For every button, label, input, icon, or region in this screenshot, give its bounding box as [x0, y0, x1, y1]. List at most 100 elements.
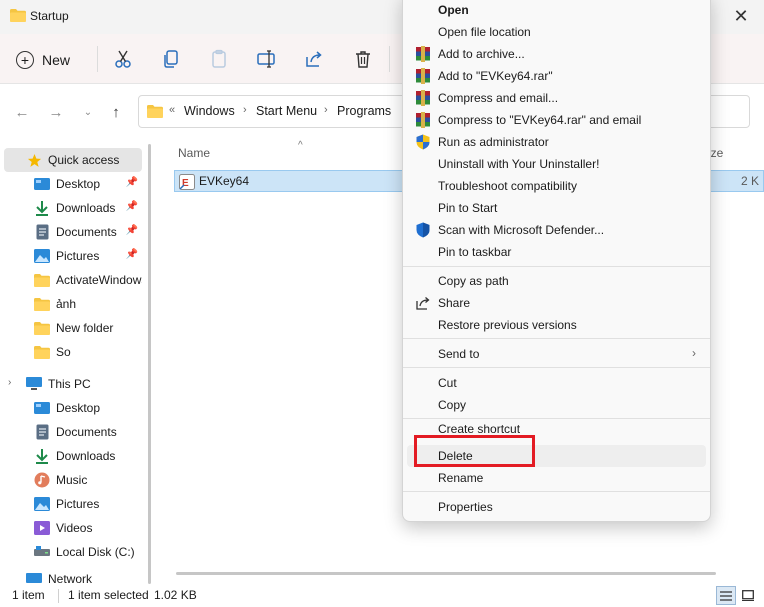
breadcrumb-overflow[interactable]: « [169, 104, 175, 116]
menu-label: Properties [438, 500, 493, 514]
winrar-icon [416, 90, 430, 106]
nav-label: New folder [56, 321, 114, 335]
menu-item-pin-to-taskbar[interactable]: Pin to taskbar [407, 241, 706, 263]
menu-item-send-to[interactable]: Send to › [407, 343, 706, 365]
chevron-right-icon[interactable]: › [8, 377, 11, 388]
navigation-pane: Quick access Desktop 📌 Downloads 📌 Docum… [0, 140, 160, 586]
nav-item-new-folder[interactable]: New folder [4, 316, 142, 340]
menu-item-properties[interactable]: Properties [407, 496, 706, 518]
delete-highlight-annotation [414, 435, 535, 467]
nav-label: Local Disk (C:) [56, 545, 135, 559]
menu-item-compress-and-email[interactable]: Compress and email... [407, 87, 706, 109]
videos-icon [34, 520, 50, 536]
nav-label: Network [48, 572, 93, 586]
column-header-name[interactable]: Name [178, 146, 210, 160]
recent-chevron-icon[interactable]: ⌄ [78, 103, 98, 123]
menu-item-rename[interactable]: Rename [407, 467, 706, 489]
folder-icon [34, 272, 50, 288]
menu-item-copy[interactable]: Copy [407, 394, 706, 416]
menu-item-copy-as-path[interactable]: Copy as path [407, 270, 706, 292]
close-button[interactable]: ✕ [728, 4, 754, 30]
breadcrumb-windows[interactable]: Windows [184, 104, 235, 118]
pin-icon[interactable]: 📌 [126, 225, 138, 236]
menu-label: Pin to taskbar [438, 245, 512, 259]
pin-icon[interactable]: 📌 [126, 177, 138, 188]
nav-scrollbar[interactable] [148, 144, 151, 584]
up-icon[interactable]: ↑ [106, 103, 126, 123]
status-bar: 1 item 1 item selected 1.02 KB [0, 586, 764, 607]
nav-item-activatewindows[interactable]: ActivateWindows [4, 268, 142, 292]
menu-item-uninstall[interactable]: Uninstall with Your Uninstaller! [407, 153, 706, 175]
nav-pc-documents[interactable]: Documents [4, 420, 142, 444]
menu-item-troubleshoot[interactable]: Troubleshoot compatibility [407, 175, 706, 197]
menu-item-open-file-location[interactable]: Open file location [407, 21, 706, 43]
nav-item-so[interactable]: So [4, 340, 142, 364]
sort-up-icon: ^ [298, 140, 303, 151]
new-button[interactable]: + New [16, 47, 70, 73]
paste-icon[interactable] [208, 48, 230, 70]
menu-item-share[interactable]: Share [407, 292, 706, 314]
menu-item-cut[interactable]: Cut [407, 372, 706, 394]
menu-item-compress-to-rar-and-email[interactable]: Compress to "EVKey64.rar" and email [407, 109, 706, 131]
nav-pc-desktop[interactable]: Desktop [4, 396, 142, 420]
menu-label: Add to "EVKey64.rar" [438, 69, 553, 83]
back-icon[interactable]: ← [12, 103, 32, 123]
menu-separator [403, 338, 710, 339]
nav-item-downloads[interactable]: Downloads 📌 [4, 196, 142, 220]
menu-item-add-to-rar[interactable]: Add to "EVKey64.rar" [407, 65, 706, 87]
nav-label: Desktop [56, 401, 101, 415]
menu-label: Open file location [438, 25, 531, 39]
forward-icon[interactable]: → [46, 103, 66, 123]
folder-icon [147, 105, 163, 118]
breadcrumb-start-menu[interactable]: Start Menu [256, 104, 317, 118]
breadcrumb-programs[interactable]: Programs [337, 104, 391, 118]
menu-item-scan-defender[interactable]: Scan with Microsoft Defender... [407, 219, 706, 241]
horizontal-scrollbar[interactable] [176, 572, 716, 575]
nav-network[interactable]: Network [4, 572, 142, 586]
menu-label: Create shortcut [438, 422, 521, 435]
new-label: New [42, 52, 71, 68]
menu-item-restore-previous[interactable]: Restore previous versions [407, 314, 706, 336]
menu-label: Run as administrator [438, 135, 549, 149]
nav-this-pc[interactable]: › This PC [4, 372, 142, 396]
cut-icon[interactable] [112, 48, 134, 70]
shortcut-icon: E [179, 174, 195, 190]
nav-item-documents[interactable]: Documents 📌 [4, 220, 142, 244]
status-selected: 1 item selected [68, 588, 149, 602]
nav-pc-music[interactable]: Music [4, 468, 142, 492]
menu-separator [403, 491, 710, 492]
nav-item-desktop[interactable]: Desktop 📌 [4, 172, 142, 196]
desktop-icon [34, 400, 50, 416]
pictures-icon [34, 496, 50, 512]
delete-icon[interactable] [352, 48, 374, 70]
menu-item-run-as-administrator[interactable]: Run as administrator [407, 131, 706, 153]
copy-icon[interactable] [160, 48, 182, 70]
share-icon[interactable] [303, 48, 325, 70]
documents-icon [34, 224, 50, 240]
chevron-right-icon: › [692, 346, 696, 360]
folder-icon [34, 296, 50, 312]
menu-label: Uninstall with Your Uninstaller! [438, 157, 600, 171]
uac-shield-icon [416, 134, 430, 150]
menu-item-create-shortcut[interactable]: Create shortcut [407, 421, 706, 435]
nav-item-anh[interactable]: ảnh [4, 292, 142, 316]
menu-label: Copy as path [438, 274, 509, 288]
pin-icon[interactable]: 📌 [126, 249, 138, 260]
downloads-icon [34, 200, 50, 216]
pin-icon[interactable]: 📌 [126, 201, 138, 212]
tiles-view-icon[interactable] [738, 586, 758, 605]
nav-pc-downloads[interactable]: Downloads [4, 444, 142, 468]
chevron-right-icon: › [243, 104, 247, 116]
menu-item-pin-to-start[interactable]: Pin to Start [407, 197, 706, 219]
menu-item-open[interactable]: Open [407, 0, 706, 21]
rename-icon[interactable] [255, 48, 277, 70]
menu-label: Compress and email... [438, 91, 559, 105]
nav-pc-pictures[interactable]: Pictures [4, 492, 142, 516]
menu-label: Send to [438, 347, 480, 361]
nav-pc-local-disk[interactable]: Local Disk (C:) [4, 540, 142, 564]
nav-quick-access[interactable]: Quick access [4, 148, 142, 172]
nav-item-pictures[interactable]: Pictures 📌 [4, 244, 142, 268]
menu-item-add-to-archive[interactable]: Add to archive... [407, 43, 706, 65]
nav-pc-videos[interactable]: Videos [4, 516, 142, 540]
details-view-icon[interactable] [716, 586, 736, 605]
